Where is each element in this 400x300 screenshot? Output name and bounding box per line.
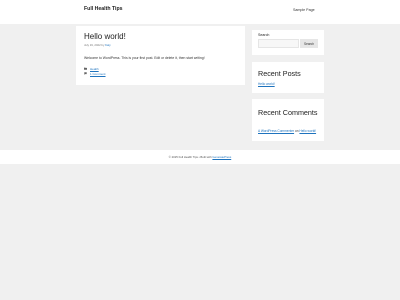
search-label: Search xyxy=(258,33,270,37)
recent-posts-widget: Recent Posts Hello world! xyxy=(252,62,324,93)
post-footer: Health 1 Comment xyxy=(84,66,106,76)
footer-copyright: © 2025 Full Health Tips • Built with xyxy=(168,155,212,159)
post-date[interactable]: July 19, 2022 xyxy=(84,43,101,47)
comment-author-link[interactable]: A WordPress Commenter xyxy=(258,129,294,133)
post-author[interactable]: Kaly xyxy=(105,43,110,47)
site-header: Full Health Tips Sample Page xyxy=(0,0,400,24)
comment-post-link[interactable]: Hello world! xyxy=(299,129,316,133)
post-by: by xyxy=(101,43,105,47)
comment-link[interactable]: 1 Comment xyxy=(90,72,106,76)
footer-builder-link[interactable]: GeneratePress xyxy=(212,155,231,159)
post-meta: July 19, 2022 by Kaly xyxy=(84,43,111,47)
recent-comments-title: Recent Comments xyxy=(258,108,318,117)
comment-icon xyxy=(84,72,87,75)
search-input[interactable] xyxy=(258,39,299,48)
search-widget: Search Search xyxy=(252,30,324,55)
category-link[interactable]: Health xyxy=(90,67,99,71)
comment-on-text: on xyxy=(294,129,299,133)
site-title[interactable]: Full Health Tips xyxy=(84,6,123,12)
post-article: Hello world! July 19, 2022 by Kaly Welco… xyxy=(76,26,245,85)
recent-post-link[interactable]: Hello world! xyxy=(258,82,275,86)
folder-icon xyxy=(84,67,87,70)
footer-text: © 2025 Full Health Tips • Built with Gen… xyxy=(0,155,400,159)
site-footer: © 2025 Full Health Tips • Built with Gen… xyxy=(0,150,400,164)
recent-comment-item: A WordPress Commenter on Hello world! xyxy=(258,129,318,133)
search-button[interactable]: Search xyxy=(300,39,318,48)
post-content: Welcome to WordPress. This is your first… xyxy=(84,56,205,60)
nav-item-sample-page[interactable]: Sample Page xyxy=(293,8,315,12)
post-title[interactable]: Hello world! xyxy=(84,32,126,41)
recent-posts-title: Recent Posts xyxy=(258,69,301,78)
recent-comments-widget: Recent Comments A WordPress Commenter on… xyxy=(252,99,324,141)
